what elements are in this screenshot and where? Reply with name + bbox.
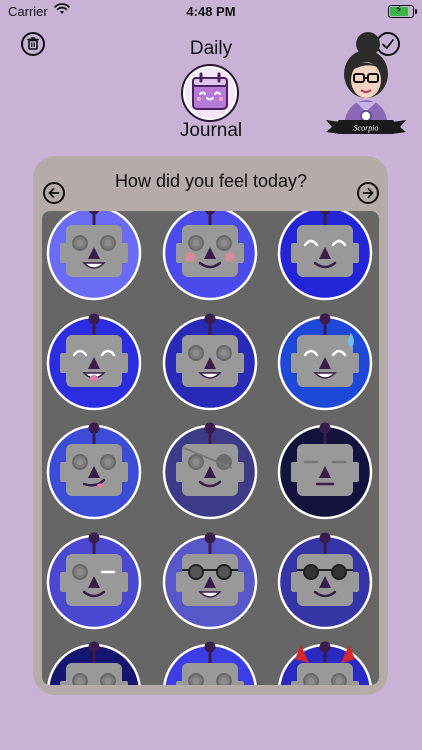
mood-option[interactable]	[275, 422, 375, 522]
mood-option[interactable]	[160, 211, 260, 303]
mood-option[interactable]	[44, 313, 144, 413]
robot-tongue	[97, 483, 103, 489]
status-time: 4:48 PM	[186, 4, 236, 19]
robot-pupil	[335, 677, 343, 685]
mood-option[interactable]	[275, 532, 375, 632]
scorpio-avatar-icon: Scorpio	[326, 32, 406, 134]
arrow-left-icon	[48, 187, 60, 199]
blush	[225, 252, 235, 262]
mood-option[interactable]	[160, 313, 260, 413]
antenna-ball	[204, 532, 216, 544]
robot-tongue	[90, 375, 98, 381]
antenna-ball	[88, 641, 100, 653]
robot-pupil	[192, 349, 200, 357]
arrow-right-icon	[362, 187, 374, 199]
mood-option[interactable]	[44, 641, 144, 685]
antenna-ball	[319, 422, 331, 434]
antenna-ball	[319, 532, 331, 544]
next-button[interactable]	[357, 182, 379, 204]
mood-option[interactable]	[160, 532, 260, 632]
calendar-face-icon	[181, 64, 239, 122]
robot-pupil	[220, 239, 228, 247]
robot-pupil	[192, 239, 200, 247]
antenna-ball	[204, 641, 216, 653]
mood-option[interactable]	[275, 313, 375, 413]
robot-pupil	[192, 677, 200, 685]
robot-pupil	[76, 239, 84, 247]
antenna-ball	[88, 532, 100, 544]
glasses-lens	[331, 564, 347, 580]
mood-option[interactable]	[44, 532, 144, 632]
antenna-ball	[319, 313, 331, 325]
mood-option[interactable]	[275, 641, 375, 685]
blush	[185, 252, 195, 262]
antenna-ball	[319, 641, 331, 653]
antenna-ball	[88, 422, 100, 434]
robot-pupil	[104, 458, 112, 466]
previous-button[interactable]	[43, 182, 65, 204]
robot-pupil	[307, 677, 315, 685]
mood-option[interactable]	[160, 641, 260, 685]
robot-pupil	[220, 677, 228, 685]
antenna-ball	[204, 422, 216, 434]
robot-pupil	[192, 458, 200, 466]
mood-option[interactable]	[44, 211, 144, 303]
mood-grid[interactable]	[42, 211, 379, 685]
mood-option[interactable]	[44, 422, 144, 522]
mood-question: How did you feel today?	[114, 171, 308, 191]
status-bar: Carrier 4:48 PM ⚡	[0, 0, 422, 24]
charging-bolt-icon: ⚡	[395, 4, 403, 16]
mood-option[interactable]	[275, 211, 375, 303]
robot-pupil	[104, 239, 112, 247]
robot-pupil	[104, 677, 112, 685]
antenna-ball	[88, 313, 100, 325]
battery-icon: ⚡	[388, 4, 417, 18]
robot-pupil	[76, 568, 84, 576]
glasses-lens	[188, 564, 204, 580]
mood-option[interactable]	[160, 422, 260, 522]
glasses-lens	[216, 564, 232, 580]
robot-pupil	[220, 349, 228, 357]
avatar-banner-text: Scorpio	[354, 124, 379, 133]
glasses-lens	[303, 564, 319, 580]
robot-pupil	[76, 677, 84, 685]
robot-pupil	[76, 458, 84, 466]
antenna-ball	[204, 313, 216, 325]
